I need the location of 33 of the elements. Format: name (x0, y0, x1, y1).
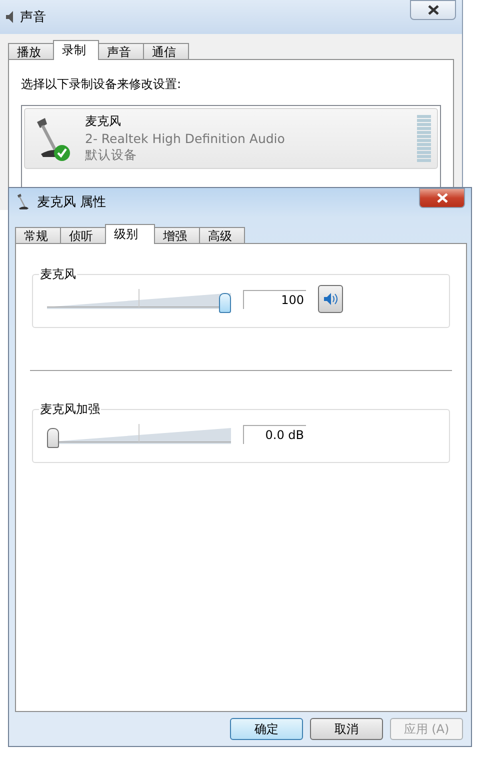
speaker-icon (6, 11, 14, 23)
slider-thumb[interactable] (47, 428, 59, 448)
device-status: 默认设备 (85, 147, 138, 164)
tab[interactable]: 通信 (143, 43, 189, 60)
tab[interactable]: 侦听 (60, 227, 106, 244)
close-button[interactable] (419, 188, 465, 208)
device-name: 麦克风 (85, 113, 122, 130)
close-icon (436, 193, 448, 203)
microphone-icon (15, 192, 31, 212)
tab[interactable]: 常规 (15, 227, 61, 244)
group-label: 麦克风 (39, 266, 77, 283)
tab[interactable]: 声音 (98, 43, 144, 60)
window-title: 声音 (20, 9, 46, 26)
group-label: 麦克风加强 (39, 401, 101, 418)
slider-thumb[interactable] (219, 293, 231, 313)
level-field[interactable]: 100 (243, 290, 306, 308)
device-driver: 2- Realtek High Definition Audio (85, 131, 286, 146)
window-title: 麦克风 属性 (37, 194, 106, 211)
close-icon (428, 5, 438, 15)
dialog-button[interactable]: 取消 (310, 718, 383, 740)
tab[interactable]: 增强 (154, 227, 200, 244)
level-meter (417, 115, 431, 162)
tab[interactable]: 级别 (105, 224, 155, 244)
level-field[interactable]: 0.0 dB (243, 424, 306, 444)
mute-button[interactable] (318, 285, 343, 313)
dialog-button[interactable]: 确定 (230, 718, 303, 740)
tab[interactable]: 高级 (199, 227, 245, 244)
tab[interactable]: 播放 (8, 43, 54, 60)
speaker-icon (324, 293, 338, 305)
instruction-text: 选择以下录制设备来修改设置: (21, 76, 182, 93)
close-button[interactable] (410, 0, 456, 20)
device-item[interactable]: 麦克风 2- Realtek High Definition Audio 默认设备 (24, 108, 438, 169)
tab[interactable]: 录制 (53, 40, 99, 60)
